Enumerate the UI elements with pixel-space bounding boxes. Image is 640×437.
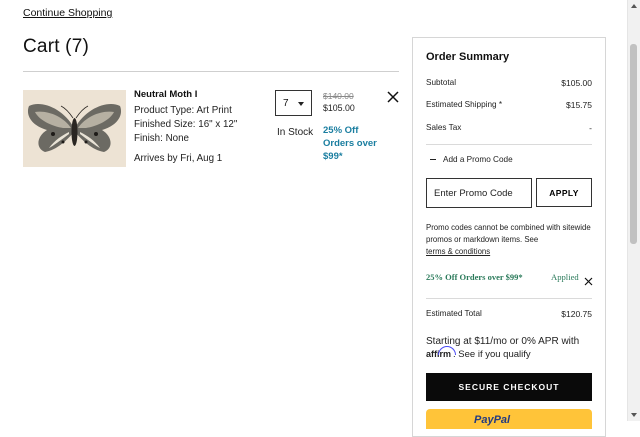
shipping-label: Estimated Shipping * — [426, 100, 503, 109]
product-finish: Finish: None — [134, 133, 189, 144]
scroll-up-icon[interactable] — [631, 4, 637, 8]
quantity-select[interactable]: 7 — [275, 90, 312, 116]
add-promo-toggle[interactable]: Add a Promo Code — [430, 155, 513, 164]
promo-tag: 25% Off Orders over $99* — [323, 125, 377, 162]
remove-promo-button[interactable] — [584, 273, 593, 286]
product-type: Product Type: Art Print — [134, 105, 232, 116]
secure-checkout-button[interactable]: SECURE CHECKOUT — [426, 373, 592, 401]
quantity-value: 7 — [283, 98, 289, 109]
minus-icon — [430, 159, 436, 161]
product-size: Finished Size: 16" x 12" — [134, 119, 238, 130]
close-icon — [387, 91, 399, 103]
affirm-logo: affirm — [426, 346, 456, 359]
affirm-qualify-link[interactable]: See if you qualify — [458, 349, 530, 360]
affirm-line: affirm. See if you qualify — [426, 346, 531, 360]
cart-divider — [23, 71, 399, 72]
apply-promo-button[interactable]: APPLY — [536, 178, 592, 207]
sale-price: $105.00 — [323, 103, 355, 113]
add-promo-label: Add a Promo Code — [443, 155, 513, 164]
terms-link[interactable]: terms & conditions — [426, 247, 490, 256]
chevron-down-icon — [298, 102, 304, 106]
sales-tax-value: - — [589, 123, 592, 133]
paypal-label: PayPal — [474, 414, 511, 426]
product-name[interactable]: Neutral Moth I — [134, 89, 197, 100]
order-summary-title: Order Summary — [426, 51, 510, 63]
stock-status: In Stock — [277, 127, 314, 138]
subtotal-label: Subtotal — [426, 78, 457, 87]
close-icon — [584, 277, 593, 286]
product-image[interactable] — [23, 90, 126, 167]
scroll-thumb[interactable] — [630, 44, 637, 244]
cart-title: Cart (7) — [23, 36, 89, 57]
shipping-value: $15.75 — [566, 100, 592, 110]
page-scrollbar[interactable] — [627, 0, 640, 421]
sales-tax-label: Sales Tax — [426, 123, 462, 132]
arrival-date: Arrives by Fri, Aug 1 — [134, 153, 223, 164]
applied-promo-name: 25% Off Orders over $99* — [426, 272, 523, 282]
original-price: $140.00 — [323, 91, 354, 101]
promo-note: Promo codes cannot be combined with site… — [426, 222, 596, 259]
summary-divider — [426, 298, 592, 299]
scroll-down-icon[interactable] — [631, 413, 637, 417]
promo-code-input[interactable] — [426, 178, 532, 208]
paypal-button[interactable]: PayPal — [426, 409, 592, 429]
remove-item-button[interactable] — [386, 90, 400, 104]
promo-note-text: Promo codes cannot be combined with site… — [426, 223, 591, 245]
applied-promo-status: Applied — [551, 272, 579, 282]
estimated-total-value: $120.75 — [561, 309, 592, 319]
subtotal-value: $105.00 — [561, 78, 592, 88]
moth-artwork-icon — [23, 90, 126, 167]
estimated-total-label: Estimated Total — [426, 309, 482, 318]
continue-shopping-link[interactable]: Continue Shopping — [23, 7, 112, 19]
summary-divider — [426, 144, 592, 145]
